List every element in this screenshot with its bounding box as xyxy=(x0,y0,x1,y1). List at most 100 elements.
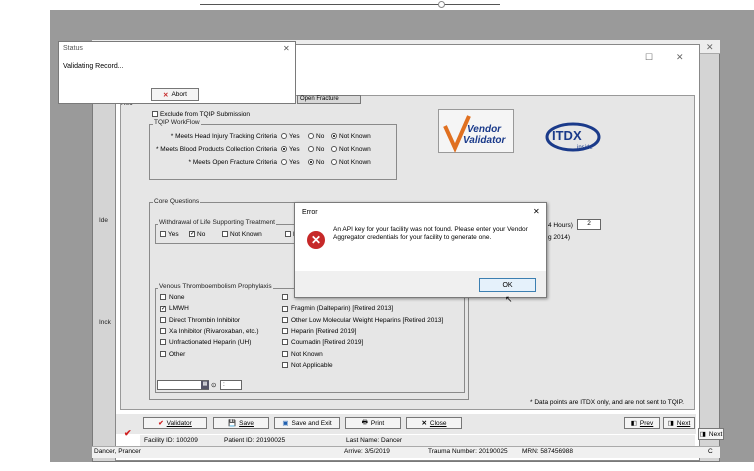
vte-option[interactable]: Not Known xyxy=(282,351,323,358)
checkbox[interactable]: ✓ xyxy=(189,231,195,238)
itdx-logo: ITDX inside xyxy=(543,121,603,153)
checkbox[interactable] xyxy=(160,328,166,335)
tqip-row-label: * Meets Open Fracture Criteria xyxy=(188,159,277,166)
vte-option[interactable]: Xa Inhibitor (Rivaroxaban, etc.) xyxy=(160,328,259,335)
withdrawal-option[interactable]: Not Known xyxy=(222,231,262,238)
next-button[interactable]: ◨ Next xyxy=(663,417,695,429)
checkbox[interactable] xyxy=(282,316,288,323)
close-icon[interactable]: ✕ xyxy=(283,44,290,53)
tqip-workflow-title: TQIP WorkFlow xyxy=(153,119,201,126)
radio-label: Yes xyxy=(289,146,300,153)
checkbox[interactable] xyxy=(285,231,291,238)
error-dialog-title: Error xyxy=(302,209,318,216)
tqip-radio-option[interactable]: Yes xyxy=(281,133,300,140)
status-dialog: Status ✕ Validating Record... ✕ Abort xyxy=(58,41,296,104)
checkbox[interactable] xyxy=(282,339,288,346)
year-label: g 2014) xyxy=(548,234,571,241)
itdx-sub: inside xyxy=(577,145,593,151)
footnote: * Data points are ITDX only, and are not… xyxy=(530,399,684,406)
checkbox[interactable] xyxy=(282,350,288,357)
abort-button[interactable]: ✕ Abort xyxy=(151,88,199,101)
vte-option[interactable]: ✓ LMWH xyxy=(160,305,189,312)
close-icon[interactable]: ✕ xyxy=(533,207,540,216)
radio-button[interactable] xyxy=(331,159,337,166)
tqip-radio-option[interactable]: No xyxy=(308,146,324,153)
checkbox[interactable]: ✓ xyxy=(160,305,166,312)
print-button[interactable]: 🖶 Print xyxy=(345,417,401,429)
hours-input[interactable]: 2 xyxy=(577,219,601,230)
checkbox[interactable] xyxy=(282,328,288,335)
validator-button[interactable]: ✔ Validator xyxy=(143,417,207,429)
checkbox[interactable] xyxy=(282,305,288,312)
withdrawal-option[interactable]: Yes xyxy=(160,231,179,238)
patient-id: Patient ID: 20190025 xyxy=(224,437,286,444)
tqip-radio-option[interactable]: No xyxy=(308,159,324,166)
status-message: Validating Record... xyxy=(63,63,124,70)
checkbox[interactable] xyxy=(282,294,288,301)
side-next-label: Next xyxy=(708,430,723,438)
radio-button[interactable] xyxy=(308,133,314,140)
radio-button[interactable] xyxy=(331,146,337,153)
close-icon[interactable]: ✕ xyxy=(706,42,714,53)
checkbox[interactable] xyxy=(282,362,288,369)
tqip-radio-option[interactable]: Yes xyxy=(281,159,300,166)
checkbox-label: Coumadin [Retired 2019] xyxy=(291,339,364,347)
maximize-icon[interactable]: ☐ xyxy=(645,52,653,63)
checkbox[interactable] xyxy=(160,316,166,323)
mouse-cursor-icon: ↖ xyxy=(505,294,513,304)
top-slider-handle[interactable] xyxy=(438,1,445,8)
radio-button[interactable] xyxy=(281,159,287,166)
vte-time-input[interactable]: : xyxy=(220,380,242,390)
radio-button[interactable] xyxy=(308,159,314,166)
radio-button[interactable] xyxy=(281,133,287,140)
tqip-radio-option[interactable]: Not Known xyxy=(331,159,371,166)
radio-button[interactable] xyxy=(331,133,337,140)
vte-option[interactable]: Fragmin (Dalteparin) [Retired 2013] xyxy=(282,305,393,312)
checkbox-label: Other xyxy=(169,350,186,358)
checkbox[interactable] xyxy=(160,231,166,238)
error-message: An API key for your facility was not fou… xyxy=(333,226,528,241)
exclude-tqip-row[interactable]: Exclude from TQIP Submission xyxy=(152,111,250,118)
side-next-button[interactable]: ◨ Next xyxy=(698,428,724,440)
radio-label: No xyxy=(316,133,325,140)
vendor-validator-logo[interactable]: Vendor Validator xyxy=(438,109,514,153)
checkbox[interactable] xyxy=(160,350,166,357)
vte-option[interactable] xyxy=(282,294,291,301)
bottom-letter: C xyxy=(708,448,713,455)
tqip-radio-option[interactable]: Not Known xyxy=(331,146,371,153)
close-icon[interactable]: ✕ xyxy=(676,52,684,63)
checkbox[interactable] xyxy=(160,294,166,301)
tqip-radio-option[interactable]: No xyxy=(308,133,324,140)
vte-option[interactable]: Direct Thrombin Inhibitor xyxy=(160,317,240,324)
tqip-radio-option[interactable]: Not Known xyxy=(331,133,371,140)
vte-option[interactable]: Other Low Molecular Weight Heparins [Ret… xyxy=(282,317,443,324)
checkbox[interactable] xyxy=(222,231,228,238)
vte-option[interactable]: Other xyxy=(160,351,185,358)
save-exit-button[interactable]: ▣ Save and Exit xyxy=(274,417,340,429)
radio-button[interactable] xyxy=(281,146,287,153)
checkbox[interactable] xyxy=(160,339,166,346)
radio-label: Yes xyxy=(289,133,300,140)
checkbox-label: LMWH xyxy=(169,305,189,313)
tab-open-fracture[interactable]: Open Fracture xyxy=(297,95,361,104)
vte-option[interactable]: Not Applicable xyxy=(282,362,333,369)
save-button[interactable]: 💾 Save xyxy=(213,417,269,429)
radio-button[interactable] xyxy=(308,146,314,153)
prev-button[interactable]: ◧ Prev xyxy=(624,417,660,429)
clock-icon: ⊙ xyxy=(211,382,217,389)
vte-option[interactable]: Unfractionated Heparin (UH) xyxy=(160,339,251,346)
exclude-tqip-checkbox[interactable] xyxy=(152,111,158,118)
vte-option[interactable]: Heparin [Retired 2019] xyxy=(282,328,356,335)
tqip-radio-option[interactable]: Yes xyxy=(281,146,300,153)
calendar-icon[interactable]: ▦ xyxy=(201,381,209,389)
withdrawal-option[interactable]: ✓ No xyxy=(189,231,205,238)
trauma-number: Trauma Number: 20190025 xyxy=(428,448,508,455)
vte-option[interactable]: None xyxy=(160,294,185,301)
ok-button[interactable]: OK xyxy=(479,278,536,292)
save-exit-label: Save and Exit xyxy=(291,419,332,427)
abort-x-icon: ✕ xyxy=(163,91,169,99)
status-bar: Facility ID: 100209 Patient ID: 20190025… xyxy=(140,435,695,446)
close-button[interactable]: ✕ Close xyxy=(406,417,462,429)
vte-option[interactable]: Coumadin [Retired 2019] xyxy=(282,339,363,346)
checkbox-label: Yes xyxy=(168,231,179,238)
